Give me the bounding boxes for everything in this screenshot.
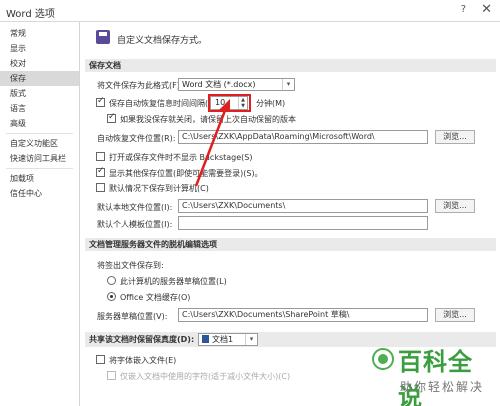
watermark-main-text: 百科全说 (398, 348, 473, 406)
watermark-sub-text: 助你轻松解决 (400, 380, 485, 394)
annotation-arrow-shaft (194, 107, 228, 187)
watermark-logo-icon (372, 348, 394, 370)
annotation-arrow-head (219, 99, 230, 112)
watermark: 百科全说 助你轻松解决 (372, 342, 496, 406)
